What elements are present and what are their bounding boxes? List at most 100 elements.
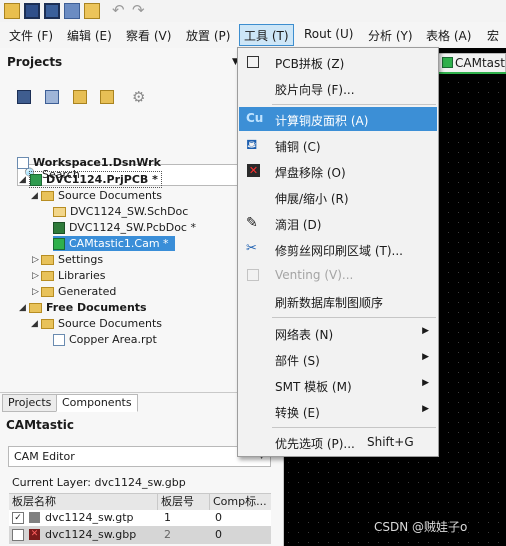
expand-arrow-icon[interactable]: ◢ xyxy=(19,175,26,185)
save-all-icon[interactable] xyxy=(44,3,60,19)
layer-color-swatch: ✕ xyxy=(29,529,40,540)
menu-item-copper-pour[interactable]: ⛾ 铺铜 (C) xyxy=(239,133,437,157)
table-row[interactable]: ✕ dvc1124_sw.gbp 2 0 xyxy=(9,527,271,544)
cam-doc-icon xyxy=(442,57,453,68)
current-layer-label: Current Layer: dvc1124_sw.gbp xyxy=(12,476,186,489)
menu-item-convert[interactable]: 转换 (E) ▶ xyxy=(239,399,437,423)
report-doc-icon xyxy=(53,334,65,346)
menu-bar: 文件 (F) 编辑 (E) 察看 (V) 放置 (P) 工具 (T) Rout … xyxy=(0,22,506,49)
tree-free-source-documents[interactable]: Source Documents xyxy=(41,316,162,331)
panel-title: Projects xyxy=(7,55,63,69)
layer-visible-checkbox[interactable] xyxy=(12,529,24,541)
print-icon[interactable] xyxy=(64,3,80,19)
camtastic-title: CAMtastic xyxy=(6,418,74,432)
menu-item-refresh-draw-order[interactable]: 刷新数据库制图顺序 xyxy=(239,289,437,313)
tree-source-documents[interactable]: Source Documents xyxy=(41,188,162,203)
add-folder-icon[interactable] xyxy=(73,90,87,104)
tab-components[interactable]: Components xyxy=(56,394,138,412)
menu-item-pcb-panelize[interactable]: PCB拼板 (Z) xyxy=(239,50,437,74)
menu-separator xyxy=(272,317,436,318)
menu-place[interactable]: 放置 (P) xyxy=(186,27,230,44)
settings-gear-icon[interactable]: ⚙ xyxy=(132,88,145,106)
tree-generated[interactable]: Generated xyxy=(41,284,116,299)
expand-arrow-icon[interactable]: ◢ xyxy=(31,319,38,329)
menu-item-preferences[interactable]: 优先选项 (P)... Shift+G xyxy=(239,430,437,454)
tree-free-documents[interactable]: Free Documents xyxy=(29,300,147,315)
menu-tables[interactable]: 表格 (A) xyxy=(426,27,471,44)
copper-area-icon: Cu xyxy=(246,111,264,125)
open-folder-icon[interactable] xyxy=(100,90,114,104)
menu-item-film-wizard[interactable]: 胶片向导 (F)... xyxy=(239,76,437,100)
tree-project[interactable]: DVC1124.PrjPCB * xyxy=(29,171,162,188)
menu-tools[interactable]: 工具 (T) xyxy=(239,24,294,46)
tree-pcb-doc[interactable]: DVC1124_SW.PcbDoc * xyxy=(53,220,196,235)
menu-item-netlist[interactable]: 网络表 (N) ▶ xyxy=(239,321,437,345)
expand-arrow-icon[interactable]: ◢ xyxy=(19,303,26,313)
venting-icon xyxy=(247,269,259,281)
collapse-arrow-icon[interactable]: ▷ xyxy=(32,255,39,265)
checkbox-icon xyxy=(247,56,259,68)
tab-projects[interactable]: Projects xyxy=(2,394,58,412)
cam-doc-icon xyxy=(53,238,65,250)
collapse-arrow-icon[interactable]: ▷ xyxy=(32,287,39,297)
submenu-arrow-icon: ▶ xyxy=(422,326,429,336)
folder-icon[interactable] xyxy=(4,3,20,19)
menu-file[interactable]: 文件 (F) xyxy=(9,27,53,44)
schematic-doc-icon xyxy=(53,207,66,217)
submenu-arrow-icon: ▶ xyxy=(422,404,429,414)
redo-icon[interactable]: ↷ xyxy=(132,3,148,19)
pad-remove-icon: ✕ xyxy=(247,164,260,177)
pcb-project-icon xyxy=(30,174,42,186)
quick-access-toolbar: ↶ ↷ xyxy=(0,0,506,22)
pcb-doc-icon xyxy=(53,222,65,234)
menu-item-teardrop[interactable]: ✎ 滴泪 (D) xyxy=(239,211,437,235)
table-row[interactable]: ✓ dvc1124_sw.gtp 1 0 xyxy=(9,510,271,527)
col-layer-number[interactable]: 板层号 xyxy=(157,494,194,510)
tree-workspace[interactable]: Workspace1.DsnWrk xyxy=(17,155,161,170)
shortcut-label: Shift+G xyxy=(367,435,414,449)
undo-icon[interactable]: ↶ xyxy=(112,3,128,19)
menu-item-components[interactable]: 部件 (S) ▶ xyxy=(239,347,437,371)
menu-item-stretch-shrink[interactable]: 伸展/缩小 (R) xyxy=(239,185,437,209)
col-comp[interactable]: Comp标... xyxy=(209,494,267,510)
menu-macro[interactable]: 宏 xyxy=(487,27,499,44)
tree-cam-doc[interactable]: CAMtastic1.Cam * xyxy=(53,236,175,251)
menu-analyze[interactable]: 分析 (Y) xyxy=(368,27,413,44)
active-tab-underline xyxy=(437,72,506,74)
folder-icon xyxy=(29,303,42,313)
tree-copper-rpt[interactable]: Copper Area.rpt xyxy=(53,332,157,347)
compile-icon[interactable] xyxy=(45,90,59,104)
save-icon[interactable] xyxy=(24,3,40,19)
document-tab[interactable]: CAMtastic xyxy=(438,53,506,73)
menu-item-smt-stencil[interactable]: SMT 模板 (M) ▶ xyxy=(239,373,437,397)
col-layer-name[interactable]: 板层名称 xyxy=(12,494,56,510)
editor-select[interactable]: CAM Editor ▼ xyxy=(8,446,271,467)
dropper-icon: ✎ xyxy=(246,215,258,231)
menu-item-trim-silkscreen[interactable]: ✂ 修剪丝网印刷区域 (T)... xyxy=(239,237,437,261)
menu-item-pad-removal[interactable]: ✕ 焊盘移除 (O) xyxy=(239,159,437,183)
paint-bucket-icon: ⛾ xyxy=(246,137,258,153)
menu-separator xyxy=(272,104,436,105)
folder-icon xyxy=(41,255,54,265)
folder-icon xyxy=(41,319,54,329)
tree-sch-doc[interactable]: DVC1124_SW.SchDoc xyxy=(53,204,188,219)
scissors-icon: ✂ xyxy=(246,241,257,256)
submenu-arrow-icon: ▶ xyxy=(422,378,429,388)
expand-arrow-icon[interactable]: ◢ xyxy=(31,191,38,201)
menu-view[interactable]: 察看 (V) xyxy=(126,27,171,44)
menu-route[interactable]: Rout (U) xyxy=(304,27,353,41)
menu-item-calc-copper-area[interactable]: Cu 计算铜皮面积 (A) xyxy=(239,107,437,131)
layer-color-swatch xyxy=(29,512,40,523)
tools-menu: PCB拼板 (Z) 胶片向导 (F)... Cu 计算铜皮面积 (A) ⛾ 铺铜… xyxy=(237,47,439,457)
folder-icon xyxy=(41,191,54,201)
layers-table-header: 板层名称 板层号 Comp标... xyxy=(9,493,271,511)
tree-settings[interactable]: Settings xyxy=(41,252,103,267)
layer-visible-checkbox[interactable]: ✓ xyxy=(12,512,24,524)
menu-edit[interactable]: 编辑 (E) xyxy=(67,27,112,44)
submenu-arrow-icon: ▶ xyxy=(422,352,429,362)
tree-libraries[interactable]: Libraries xyxy=(41,268,106,283)
folder-icon xyxy=(41,287,54,297)
save-project-icon[interactable] xyxy=(17,90,31,104)
collapse-arrow-icon[interactable]: ▷ xyxy=(32,271,39,281)
open-folder-icon[interactable] xyxy=(84,3,100,19)
